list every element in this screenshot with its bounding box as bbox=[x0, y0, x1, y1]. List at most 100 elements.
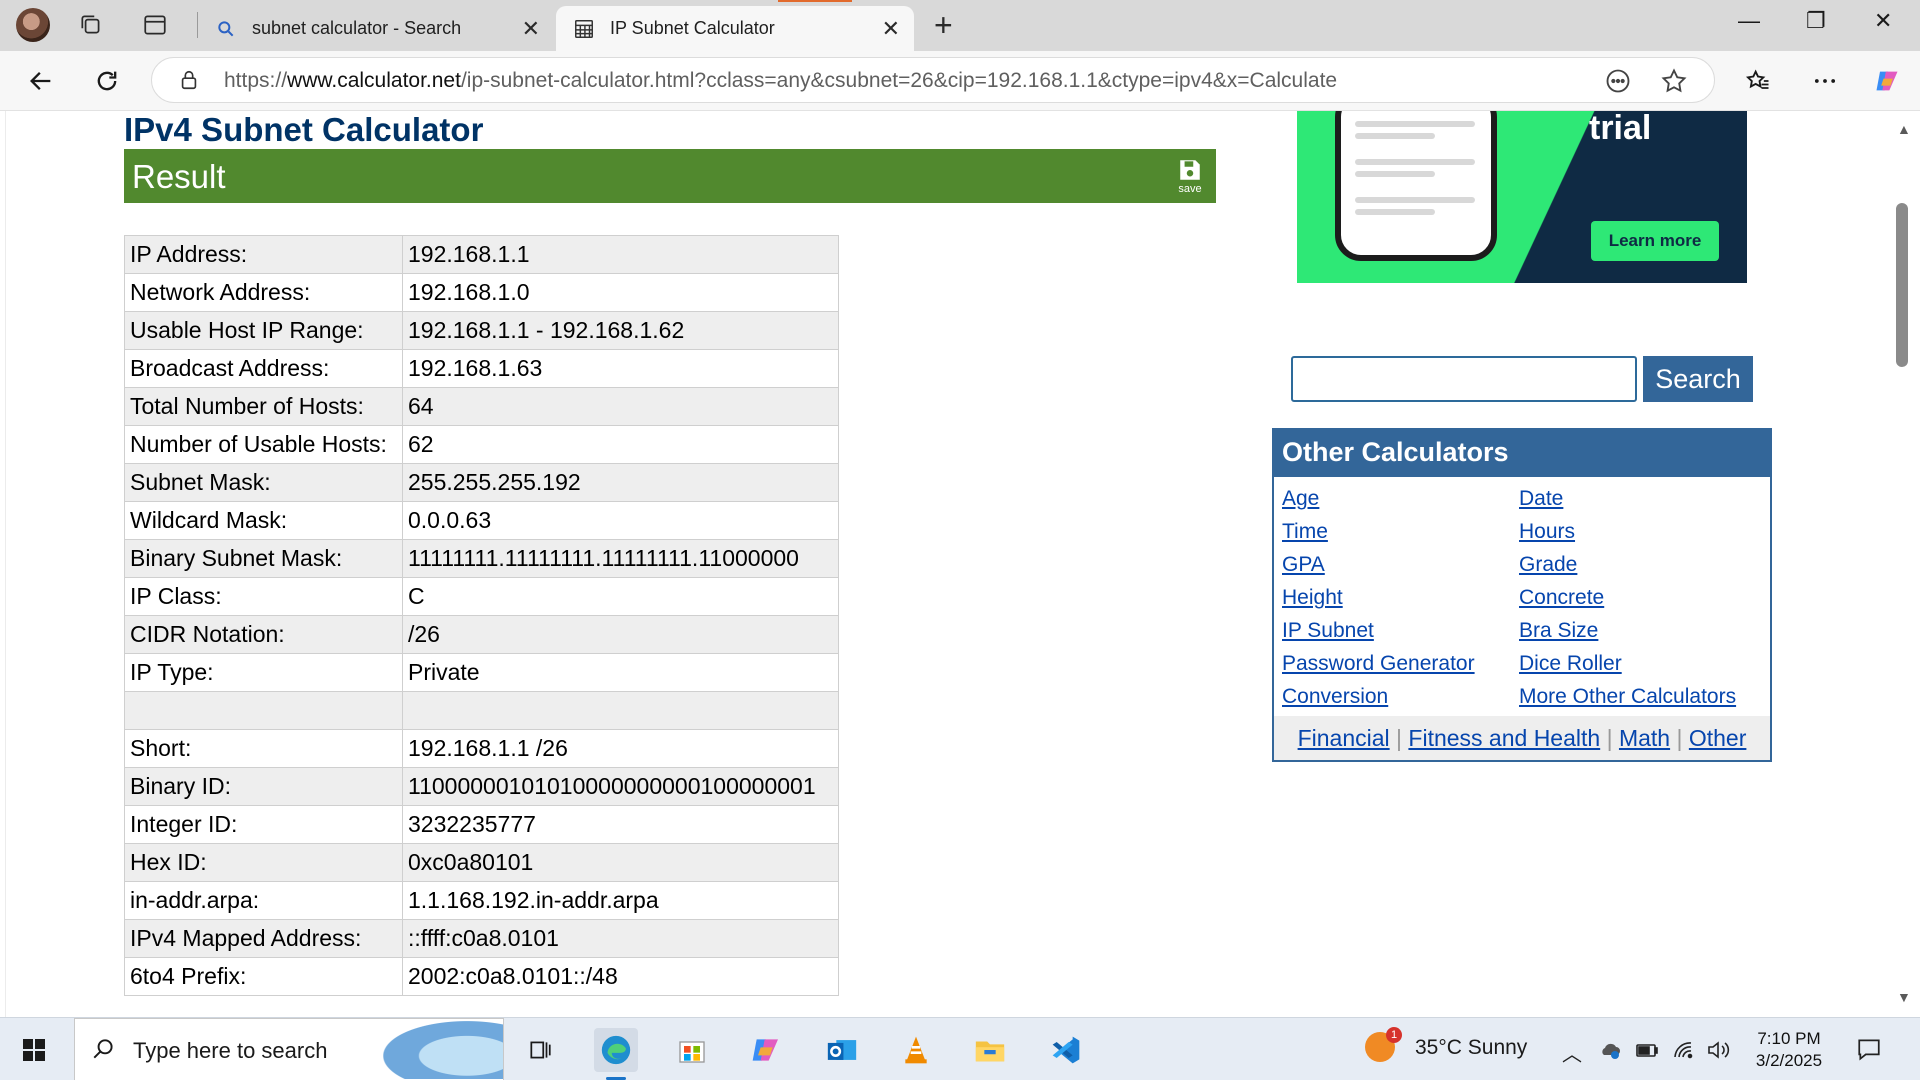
vscode-icon[interactable] bbox=[1044, 1028, 1088, 1072]
row-value: 11111111.11111111.11111111.11000000 bbox=[402, 539, 839, 578]
link-concrete[interactable]: Concrete bbox=[1519, 586, 1604, 610]
link-other[interactable]: Other bbox=[1689, 725, 1747, 751]
task-view-icon[interactable] bbox=[518, 1028, 562, 1072]
close-window-icon[interactable]: ✕ bbox=[1874, 8, 1892, 34]
favorite-star-icon[interactable] bbox=[1660, 67, 1688, 95]
more-tools-icon[interactable] bbox=[1604, 67, 1632, 95]
taskbar-search-placeholder: Type here to search bbox=[133, 1038, 328, 1063]
show-hidden-icons-chevron-icon[interactable]: ︿ bbox=[1562, 1038, 1582, 1067]
scroll-up-arrow-icon[interactable]: ▲ bbox=[1897, 121, 1911, 137]
copilot-app-icon[interactable] bbox=[744, 1028, 788, 1072]
edge-browser-icon[interactable] bbox=[594, 1028, 638, 1080]
close-tab-icon[interactable]: ✕ bbox=[522, 16, 540, 42]
system-clock[interactable]: 7:10 PM 3/2/2025 bbox=[1752, 1028, 1826, 1072]
link-hours[interactable]: Hours bbox=[1519, 520, 1575, 544]
link-dice-roller[interactable]: Dice Roller bbox=[1519, 652, 1622, 676]
row-label: CIDR Notation: bbox=[124, 615, 403, 654]
link-grade[interactable]: Grade bbox=[1519, 553, 1577, 577]
row-label: Wildcard Mask: bbox=[124, 501, 403, 540]
row-label: Broadcast Address: bbox=[124, 349, 403, 388]
row-label: Total Number of Hosts: bbox=[124, 387, 403, 426]
other-calculators-panel: Other Calculators Age Time GPA Height IP… bbox=[1272, 428, 1772, 762]
settings-more-icon[interactable] bbox=[1810, 66, 1840, 96]
onedrive-icon[interactable] bbox=[1598, 1038, 1622, 1068]
link-date[interactable]: Date bbox=[1519, 487, 1563, 511]
link-time[interactable]: Time bbox=[1282, 520, 1328, 544]
table-row: Total Number of Hosts: 64 bbox=[124, 387, 839, 426]
volume-icon[interactable] bbox=[1706, 1038, 1730, 1068]
new-tab-icon[interactable]: + bbox=[934, 8, 953, 42]
row-value: 192.168.1.63 bbox=[402, 349, 839, 388]
vlc-icon[interactable] bbox=[894, 1028, 938, 1072]
tab-search[interactable]: subnet calculator - Search ✕ bbox=[198, 6, 554, 51]
link-bra-size[interactable]: Bra Size bbox=[1519, 619, 1598, 643]
table-spacer-row bbox=[124, 691, 839, 730]
outlook-icon[interactable] bbox=[820, 1028, 864, 1072]
row-label: Short: bbox=[124, 729, 403, 768]
vertical-tabs-icon[interactable] bbox=[142, 12, 168, 38]
windows-start-icon[interactable] bbox=[22, 1038, 46, 1062]
table-row: Broadcast Address: 192.168.1.63 bbox=[124, 349, 839, 388]
minimize-icon[interactable]: — bbox=[1738, 8, 1760, 34]
site-search-button[interactable]: Search bbox=[1643, 356, 1753, 402]
link-math[interactable]: Math bbox=[1619, 725, 1670, 751]
result-heading: Result bbox=[132, 158, 226, 195]
link-age[interactable]: Age bbox=[1282, 487, 1319, 511]
row-value: 2002:c0a8.0101::/48 bbox=[402, 957, 839, 996]
notifications-icon[interactable] bbox=[1856, 1036, 1882, 1062]
advertisement-banner[interactable]: trial Learn more bbox=[1297, 111, 1747, 283]
save-label: save bbox=[1178, 183, 1202, 195]
tab-ip-subnet-calculator[interactable]: IP Subnet Calculator ✕ bbox=[556, 6, 914, 51]
tab-loading-accent bbox=[778, 0, 852, 2]
site-search-input[interactable] bbox=[1291, 356, 1637, 402]
address-bar[interactable]: https://www.calculator.net/ip-subnet-cal… bbox=[151, 57, 1715, 103]
web-page: IPv4 Subnet Calculator Result save IP Ad… bbox=[0, 111, 1920, 1017]
back-icon[interactable] bbox=[26, 66, 56, 96]
result-table: IP Address: 192.168.1.1 Network Address: 19… bbox=[124, 235, 839, 996]
table-row: IP Type: Private bbox=[124, 653, 839, 692]
battery-icon[interactable] bbox=[1634, 1038, 1660, 1068]
result-header: Result save bbox=[124, 149, 1216, 203]
favorites-icon[interactable] bbox=[1743, 66, 1773, 96]
row-value: 62 bbox=[402, 425, 839, 464]
workspaces-icon[interactable] bbox=[78, 12, 104, 38]
wifi-icon[interactable] bbox=[1672, 1038, 1696, 1068]
microsoft-store-icon[interactable] bbox=[670, 1028, 714, 1072]
profile-avatar[interactable] bbox=[16, 8, 50, 42]
link-financial[interactable]: Financial bbox=[1298, 725, 1390, 751]
scrollbar-thumb[interactable] bbox=[1896, 203, 1908, 367]
url-text[interactable]: https://www.calculator.net/ip-subnet-cal… bbox=[224, 69, 1337, 93]
row-value: C bbox=[402, 577, 839, 616]
category-links: Financial | Fitness and Health | Math | … bbox=[1274, 716, 1770, 760]
copilot-icon[interactable] bbox=[1872, 66, 1902, 96]
row-value: Private bbox=[402, 653, 839, 692]
row-label: 6to4 Prefix: bbox=[124, 957, 403, 996]
table-row: Subnet Mask: 255.255.255.192 bbox=[124, 463, 839, 502]
lock-icon[interactable] bbox=[178, 69, 200, 91]
notification-badge: 1 bbox=[1386, 1027, 1402, 1043]
row-value: 3232235777 bbox=[402, 805, 839, 844]
link-fitness-and-health[interactable]: Fitness and Health bbox=[1408, 725, 1600, 751]
link-password-generator[interactable]: Password Generator bbox=[1282, 652, 1475, 676]
link-more-other-calculators[interactable]: More Other Calculators bbox=[1519, 685, 1736, 709]
taskbar-search-box[interactable]: Type here to search bbox=[74, 1018, 504, 1080]
weather-text: 35°C Sunny bbox=[1415, 1036, 1528, 1059]
browser-toolbar: https://www.calculator.net/ip-subnet-cal… bbox=[0, 51, 1920, 111]
search-icon bbox=[93, 1039, 113, 1059]
page-left-edge bbox=[0, 111, 6, 1017]
ad-phone-image bbox=[1335, 111, 1497, 261]
table-row: CIDR Notation:/26 bbox=[124, 615, 839, 654]
refresh-icon[interactable] bbox=[92, 66, 122, 96]
link-gpa[interactable]: GPA bbox=[1282, 553, 1325, 577]
link-height[interactable]: Height bbox=[1282, 586, 1343, 610]
link-conversion[interactable]: Conversion bbox=[1282, 685, 1388, 709]
table-row: Number of Usable Hosts: 62 bbox=[124, 425, 839, 464]
save-button[interactable]: save bbox=[1174, 157, 1206, 195]
file-explorer-icon[interactable] bbox=[968, 1028, 1012, 1072]
scroll-down-arrow-icon[interactable]: ▼ bbox=[1897, 989, 1911, 1005]
ad-learn-more-button[interactable]: Learn more bbox=[1591, 221, 1719, 261]
close-tab-icon[interactable]: ✕ bbox=[882, 16, 900, 42]
row-label: Number of Usable Hosts: bbox=[124, 425, 403, 464]
restore-icon[interactable]: ❐ bbox=[1806, 8, 1826, 34]
link-ip-subnet[interactable]: IP Subnet bbox=[1282, 619, 1374, 643]
